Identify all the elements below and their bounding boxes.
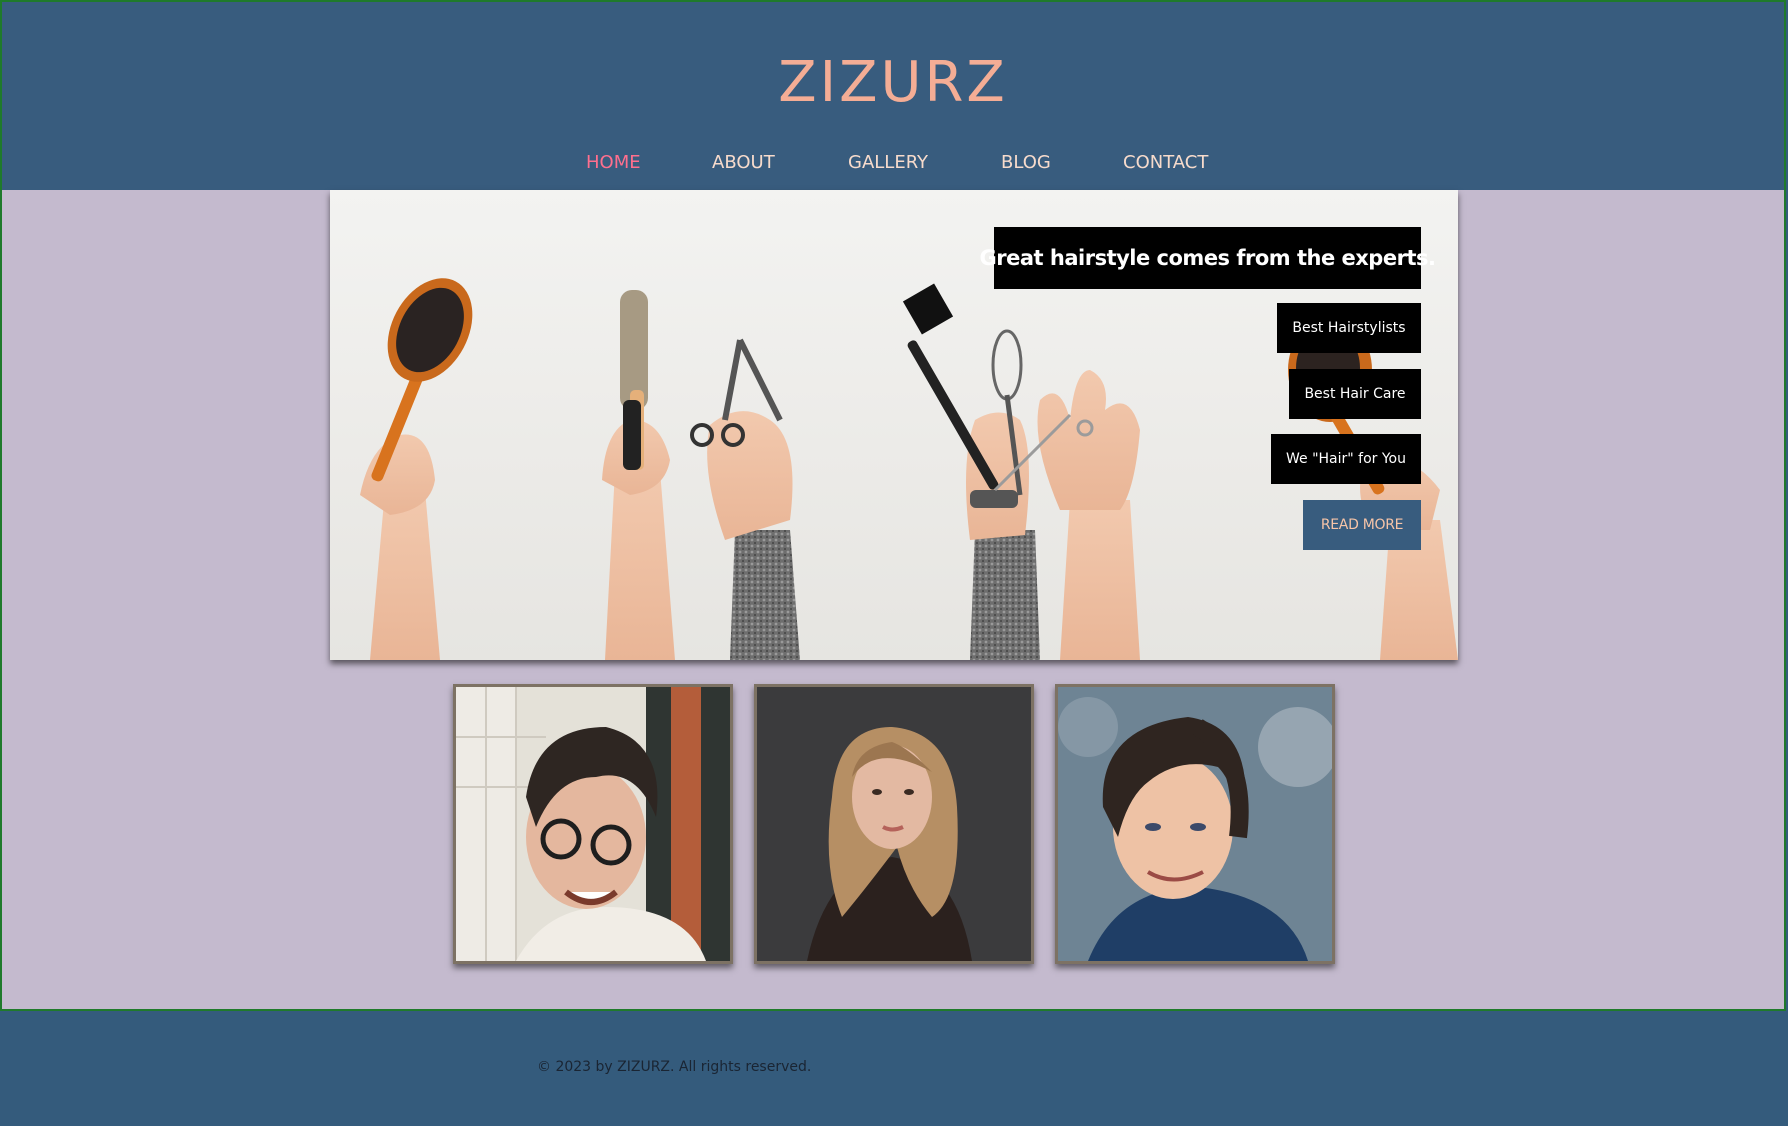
round-brush-hand <box>602 290 675 660</box>
young-man-smiling-photo[interactable] <box>1055 684 1335 964</box>
paddle-brush-hand <box>360 278 473 660</box>
nav-about[interactable]: ABOUT <box>712 152 775 173</box>
nav-blog[interactable]: BLOG <box>1001 152 1051 173</box>
portrait-2-image <box>757 687 1031 961</box>
tint-brush-hand <box>902 283 1040 660</box>
main-nav: HOME ABOUT GALLERY BLOG CONTACT <box>2 152 1784 178</box>
hero-headline: Great hairstyle comes from the experts. <box>980 227 1436 289</box>
tag-we-hair-for-you: We "Hair" for You <box>1271 434 1421 484</box>
nav-home[interactable]: HOME <box>586 152 641 173</box>
smiling-man-with-glasses-photo[interactable] <box>453 684 733 964</box>
portrait-3-image <box>1058 687 1332 961</box>
nav-gallery[interactable]: GALLERY <box>848 152 928 173</box>
read-more-button[interactable]: READ MORE <box>1303 500 1421 550</box>
nav-contact[interactable]: CONTACT <box>1123 152 1208 173</box>
site-logo[interactable]: ZIZURZ <box>2 50 1784 115</box>
scissors-hand <box>690 338 800 660</box>
footer-copyright: © 2023 by ZIZURZ. All rights reserved. <box>537 1059 812 1075</box>
site-header: ZIZURZ HOME ABOUT GALLERY BLOG CONTACT <box>2 2 1784 190</box>
hero-banner: Great hairstyle comes from the experts. … <box>330 190 1458 660</box>
tag-best-hairstylists: Best Hairstylists <box>1277 303 1421 353</box>
tag-best-hair-care: Best Hair Care <box>1289 369 1421 419</box>
portrait-1-image <box>456 687 730 961</box>
woman-with-wavy-hair-photo[interactable] <box>754 684 1034 964</box>
